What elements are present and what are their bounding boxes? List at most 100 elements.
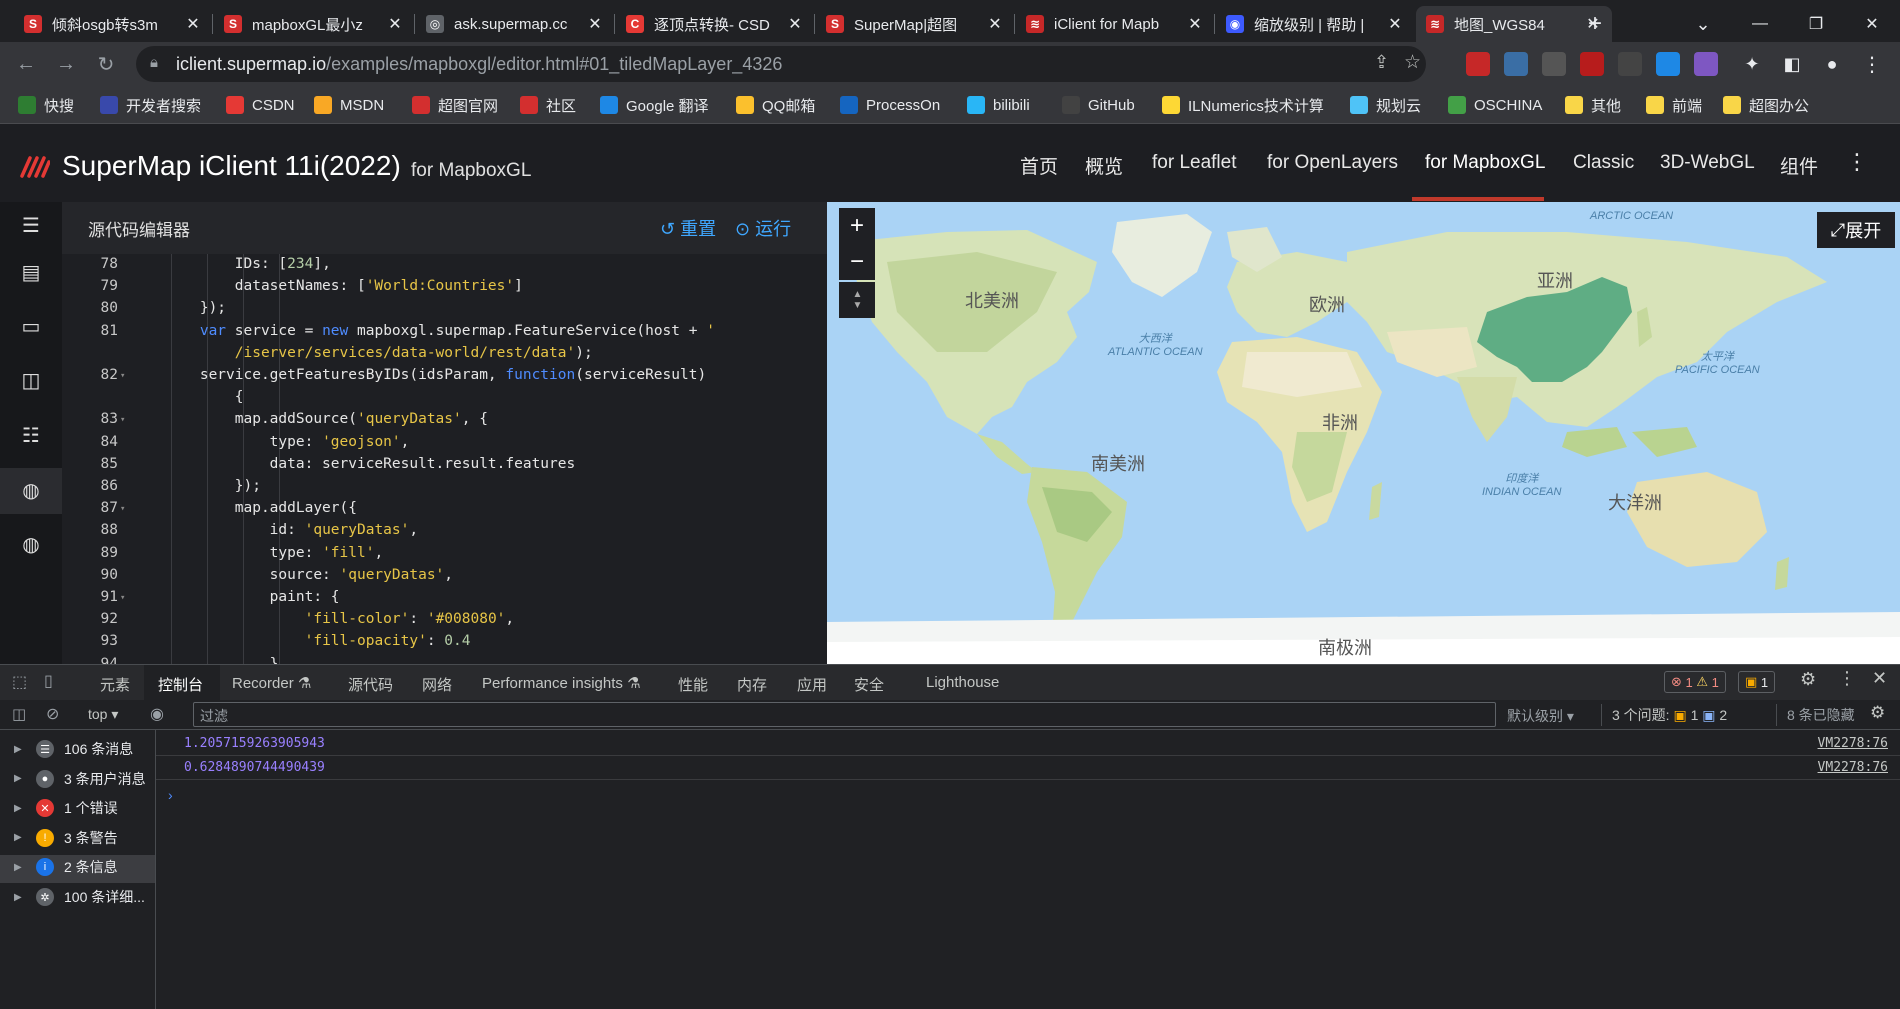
extensions-puzzle-icon[interactable]: ✦: [1736, 48, 1768, 80]
nav-more-icon[interactable]: ⋮: [1846, 149, 1868, 175]
extension-icon[interactable]: [1694, 52, 1718, 76]
console-sidebar-item[interactable]: ▶ ✕ 1 个错误: [14, 796, 118, 820]
bookmark-item[interactable]: QQ邮箱: [736, 94, 815, 116]
bookmark-item[interactable]: Google 翻译: [600, 94, 709, 116]
bookmark-item[interactable]: MSDN: [314, 94, 384, 116]
browser-tab[interactable]: ≋ iClient for Mapb ✕: [1016, 6, 1214, 42]
translate-extension-icon[interactable]: [1504, 52, 1528, 76]
nav-item[interactable]: 组件: [1780, 152, 1818, 179]
bookmark-item[interactable]: GitHub: [1062, 94, 1135, 116]
devtools-tab[interactable]: 安全: [854, 674, 884, 695]
reload-button[interactable]: ↻: [90, 48, 122, 80]
reset-button[interactable]: ↺ 重置: [660, 215, 716, 241]
nav-item[interactable]: Classic: [1573, 152, 1634, 174]
site-brand[interactable]: SuperMap iClient 11i(2022): [62, 150, 401, 182]
console-filter-input[interactable]: [193, 702, 1496, 727]
bookmark-item[interactable]: 前端: [1646, 94, 1702, 116]
url-text[interactable]: iclient.supermap.io/examples/mapboxgl/ed…: [176, 54, 782, 75]
console-settings-icon[interactable]: ⚙: [1870, 703, 1885, 723]
devtools-tab[interactable]: 应用: [797, 674, 827, 695]
address-bar[interactable]: 🔒︎ iclient.supermap.io/examples/mapboxgl…: [136, 46, 1426, 82]
bookmark-star-icon[interactable]: ☆: [1404, 51, 1421, 74]
browser-menu-icon[interactable]: ⋮: [1856, 48, 1888, 80]
console-source-link[interactable]: VM2278:76: [1818, 760, 1888, 775]
bookmark-item[interactable]: OSCHINA: [1448, 94, 1542, 116]
new-tab-button[interactable]: +: [1580, 6, 1610, 42]
tab-close-icon[interactable]: ✕: [786, 14, 804, 34]
tab-close-icon[interactable]: ✕: [1386, 14, 1404, 34]
rail-globe-icon[interactable]: ◍: [18, 477, 44, 503]
browser-tab[interactable]: S SuperMap|超图 ✕: [816, 6, 1014, 42]
console-sidebar-item[interactable]: ▶ ✲ 100 条详细...: [14, 885, 145, 909]
rail-menu-icon[interactable]: ☰: [18, 212, 44, 238]
ublock-extension-icon[interactable]: [1580, 52, 1604, 76]
fold-chevron-icon[interactable]: ▾: [120, 415, 125, 425]
back-button[interactable]: ←: [10, 48, 42, 80]
tab-search-icon[interactable]: ⌄: [1688, 6, 1718, 42]
devtools-tab[interactable]: Performance insights ⚗: [482, 674, 641, 692]
console-sidebar-item[interactable]: ▶ ● 3 条用户消息: [14, 767, 146, 791]
window-close-button[interactable]: ✕: [1852, 6, 1892, 42]
tab-close-icon[interactable]: ✕: [586, 14, 604, 34]
console-prompt[interactable]: ›: [168, 787, 173, 803]
bookmark-item[interactable]: 开发者搜索: [100, 94, 201, 116]
fold-chevron-icon[interactable]: ▾: [120, 593, 125, 603]
bookmark-item[interactable]: 社区: [520, 94, 576, 116]
bookmark-item[interactable]: 超图办公: [1723, 94, 1809, 116]
window-minimize-button[interactable]: —: [1740, 6, 1780, 42]
nav-item[interactable]: 3D-WebGL: [1660, 152, 1755, 174]
devtools-tab[interactable]: 内存: [737, 674, 767, 695]
browser-tab[interactable]: C 逐顶点转换- CSD ✕: [616, 6, 814, 42]
rail-list-icon[interactable]: ▤: [18, 259, 44, 285]
sidebar-toggle-icon[interactable]: ◫: [12, 705, 26, 723]
bookmark-item[interactable]: 超图官网: [412, 94, 498, 116]
tab-close-icon[interactable]: ✕: [386, 14, 404, 34]
profile-icon[interactable]: ●: [1816, 48, 1848, 80]
expand-button[interactable]: ⤢ 展开: [1817, 212, 1895, 248]
issues-counter[interactable]: 3 个问题: ▣ 1 ▣ 2: [1601, 704, 1727, 726]
rail-map-icon[interactable]: ◫: [18, 367, 44, 393]
pdf-extension-icon[interactable]: [1466, 52, 1490, 76]
bookmark-item[interactable]: ProcessOn: [840, 94, 940, 116]
nav-item[interactable]: 概览: [1085, 152, 1123, 179]
issues-badge[interactable]: ▣ 1: [1738, 671, 1776, 693]
extension-icon[interactable]: [1542, 52, 1566, 76]
device-toolbar-icon[interactable]: ▯: [44, 671, 53, 691]
nav-item[interactable]: for MapboxGL: [1425, 152, 1545, 174]
forward-button[interactable]: →: [50, 48, 82, 80]
devtools-close-icon[interactable]: ✕: [1872, 668, 1887, 689]
bookmark-item[interactable]: bilibili: [967, 94, 1030, 116]
fold-chevron-icon[interactable]: ▾: [120, 504, 125, 514]
bookmark-item[interactable]: 其他: [1565, 94, 1621, 116]
bookmark-item[interactable]: ILNumerics技术计算: [1162, 94, 1324, 116]
devtools-tab[interactable]: 控制台: [158, 674, 203, 695]
bookmark-item[interactable]: 规划云: [1350, 94, 1421, 116]
browser-tab[interactable]: ◉ 缩放级别 | 帮助 | ✕: [1216, 6, 1414, 42]
browser-tab[interactable]: S 倾斜osgb转s3m ✕: [14, 6, 212, 42]
bookmark-item[interactable]: CSDN: [226, 94, 295, 116]
context-selector[interactable]: top ▾: [88, 706, 118, 723]
zoom-in-button[interactable]: +: [839, 208, 875, 244]
fold-chevron-icon[interactable]: ▾: [120, 371, 125, 381]
devtools-tab[interactable]: Recorder ⚗: [232, 674, 311, 692]
share-icon[interactable]: ⇪: [1374, 52, 1389, 73]
tab-close-icon[interactable]: ✕: [184, 14, 202, 34]
bookmark-item[interactable]: 快搜: [18, 94, 74, 116]
error-count-badge[interactable]: ⊗ 1 ⚠ 1: [1664, 671, 1726, 693]
devtools-more-icon[interactable]: ⋮: [1838, 668, 1856, 689]
zoom-out-button[interactable]: −: [839, 244, 875, 280]
console-source-link[interactable]: VM2278:76: [1818, 736, 1888, 751]
console-sidebar-item[interactable]: ▶ i 2 条信息: [14, 855, 118, 879]
console-sidebar-item[interactable]: ▶ ☰ 106 条消息: [14, 737, 133, 761]
compass-button[interactable]: ▲▼: [839, 282, 875, 318]
map-view[interactable]: [827, 202, 1900, 664]
devtools-tab[interactable]: 性能: [678, 674, 708, 695]
rail-monitor-icon[interactable]: ▭: [18, 313, 44, 339]
inspect-icon[interactable]: ⬚: [12, 672, 27, 692]
devtools-tab[interactable]: 源代码: [348, 674, 393, 695]
nav-item[interactable]: for OpenLayers: [1267, 152, 1398, 174]
rail-sliders-icon[interactable]: ☷: [18, 422, 44, 448]
devtools-tab[interactable]: 元素: [100, 674, 130, 695]
nav-item[interactable]: 首页: [1020, 152, 1058, 179]
browser-tab[interactable]: SmapboxGL最小z ✕: [214, 6, 414, 42]
